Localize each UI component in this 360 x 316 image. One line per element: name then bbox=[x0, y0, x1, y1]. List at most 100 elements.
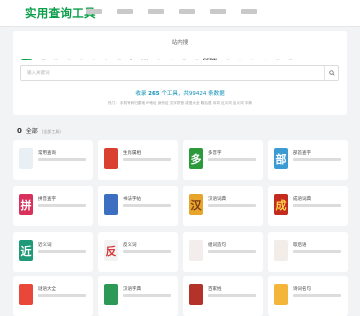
tool-card[interactable]: 生肖属相 bbox=[98, 140, 178, 180]
engine-logo-icon bbox=[164, 59, 169, 60]
engine-logo-icon bbox=[177, 59, 182, 60]
tool-card[interactable]: 歇后语 bbox=[268, 232, 348, 272]
tool-description bbox=[123, 294, 171, 297]
tool-card[interactable]: 汉语字典 bbox=[98, 276, 178, 316]
search-panel: 站内搜 站 百 微 知 谷 必 头 搜 B 360 淘 京 豆 微 CSDN 知 抖 快 小 秘 JS 输入关键词 收录… bbox=[13, 31, 347, 115]
nav-item-4[interactable] bbox=[179, 9, 195, 14]
section-count: 0 bbox=[17, 127, 22, 135]
tool-icon: 多 bbox=[189, 148, 203, 169]
nav-item-3[interactable] bbox=[148, 9, 164, 14]
search-input[interactable]: 输入关键词 bbox=[20, 65, 339, 81]
search-engine-14[interactable]: CSDN bbox=[203, 59, 217, 60]
nav-item-2[interactable] bbox=[117, 9, 133, 14]
engine-logo-icon bbox=[245, 59, 250, 60]
tool-title: 汉语字典 bbox=[123, 287, 141, 292]
tool-description bbox=[123, 204, 171, 207]
engine-label: 抖 bbox=[238, 59, 242, 61]
tool-title: 生肖属相 bbox=[123, 151, 141, 156]
nav-item-5[interactable] bbox=[210, 9, 226, 14]
search-engine-11[interactable]: 京 bbox=[164, 59, 174, 61]
tool-description bbox=[208, 250, 256, 253]
tool-description bbox=[123, 158, 171, 161]
search-engine-17[interactable]: 快 bbox=[245, 59, 255, 60]
top-navigation-bar: 实用查询工具 bbox=[0, 0, 360, 27]
search-engine-20[interactable]: JS bbox=[283, 59, 292, 60]
tool-description bbox=[38, 294, 86, 297]
tool-card[interactable]: 组词造句 bbox=[183, 232, 263, 272]
search-engine-19[interactable]: 秘 bbox=[270, 59, 280, 60]
engine-logo-icon bbox=[220, 59, 225, 60]
tool-card[interactable]: 常用查询 bbox=[13, 140, 93, 180]
search-engine-10[interactable]: 淘 bbox=[152, 59, 161, 60]
search-engine-list: 站 百 微 知 谷 必 头 搜 B 360 淘 京 豆 微 CSDN 知 抖 快 小 秘 JS bbox=[20, 51, 345, 60]
nav-item-1[interactable] bbox=[86, 9, 102, 14]
tool-description bbox=[293, 204, 341, 207]
tool-card[interactable]: 成成语词典 bbox=[268, 186, 348, 226]
tool-icon bbox=[104, 194, 118, 215]
search-engine-6[interactable]: 头 bbox=[99, 59, 109, 60]
tool-icon bbox=[104, 148, 118, 169]
engine-label: 豆 bbox=[183, 59, 187, 61]
tool-title: 常用查询 bbox=[38, 151, 56, 156]
tool-description bbox=[38, 204, 86, 207]
tool-title: 拼音查字 bbox=[38, 197, 56, 202]
search-engine-12[interactable]: 豆 bbox=[177, 59, 187, 61]
engine-logo-icon bbox=[190, 59, 195, 60]
tool-card[interactable]: 拼拼音查字 bbox=[13, 186, 93, 226]
engine-label: 搜 bbox=[117, 59, 121, 61]
engine-label: 谷 bbox=[79, 59, 83, 61]
tool-title: 书法字帖 bbox=[123, 197, 141, 202]
engine-logo-icon bbox=[233, 59, 238, 60]
stats-suffix: 条数据 bbox=[208, 91, 225, 97]
tool-card[interactable]: 多多音字 bbox=[183, 140, 263, 180]
stats-middle: 个工具，共99424 bbox=[161, 91, 207, 97]
search-placeholder: 输入关键词 bbox=[27, 71, 50, 76]
search-engine-9[interactable]: 360 bbox=[136, 59, 149, 60]
tool-card[interactable]: 汉汉语词典 bbox=[183, 186, 263, 226]
search-button[interactable] bbox=[324, 66, 338, 80]
search-engine-3[interactable]: 知 bbox=[61, 59, 71, 61]
engine-label: 站 bbox=[27, 59, 31, 61]
search-engine-18[interactable]: 小 bbox=[258, 59, 267, 61]
tool-card[interactable]: 百家姓 bbox=[183, 276, 263, 316]
engine-logo-icon bbox=[74, 59, 79, 60]
tool-description bbox=[208, 204, 256, 207]
search-engine-5[interactable]: 必 bbox=[86, 59, 96, 60]
tool-description bbox=[38, 158, 86, 161]
tool-icon: 反 bbox=[104, 240, 118, 261]
engine-label: 微 bbox=[54, 59, 58, 61]
search-engine-7[interactable]: 搜 bbox=[112, 59, 121, 61]
tool-card[interactable]: 书法字帖 bbox=[98, 186, 178, 226]
tool-description bbox=[208, 294, 256, 297]
stats-tool-count: 265 bbox=[148, 91, 160, 97]
hot-tags[interactable]: 热门： 手机号码归属地 IP地址 身份证 汉字拼音 成语大全 歇后语 诗词 近义… bbox=[13, 101, 347, 106]
tool-title: 多音字 bbox=[208, 151, 222, 156]
tool-card[interactable]: 诗词名句 bbox=[268, 276, 348, 316]
nav-item-6[interactable] bbox=[241, 9, 257, 14]
tool-title: 谜语大全 bbox=[38, 287, 56, 292]
site-stats: 收录 265 个工具，共99424 条数据 bbox=[13, 89, 347, 97]
search-engine-16[interactable]: 抖 bbox=[233, 59, 242, 61]
tool-icon bbox=[19, 148, 33, 169]
engine-label: 知 bbox=[67, 59, 71, 61]
search-engine-15[interactable]: 知 bbox=[220, 59, 229, 60]
engine-label: 京 bbox=[170, 59, 174, 61]
tool-card[interactable]: 近近义词 bbox=[13, 232, 93, 272]
section-header: 0 全部 (全部工具) bbox=[17, 126, 61, 135]
search-engine-0[interactable]: 站 bbox=[20, 58, 33, 61]
search-engine-4[interactable]: 谷 bbox=[74, 59, 83, 61]
search-icon bbox=[328, 70, 335, 76]
engine-logo-icon bbox=[49, 59, 54, 60]
search-engine-13[interactable]: 微 bbox=[190, 59, 199, 61]
tool-description bbox=[293, 250, 341, 253]
search-engine-8[interactable]: B bbox=[125, 59, 133, 60]
engine-label: 小 bbox=[263, 59, 267, 61]
tool-card[interactable]: 部部首查字 bbox=[268, 140, 348, 180]
tool-icon bbox=[274, 284, 288, 305]
tool-description bbox=[38, 250, 86, 253]
search-engine-1[interactable]: 百 bbox=[36, 59, 46, 60]
tool-card[interactable]: 谜语大全 bbox=[13, 276, 93, 316]
tool-card[interactable]: 反反义词 bbox=[98, 232, 178, 272]
search-engine-2[interactable]: 微 bbox=[49, 59, 58, 61]
engine-label: 微 bbox=[195, 59, 199, 61]
